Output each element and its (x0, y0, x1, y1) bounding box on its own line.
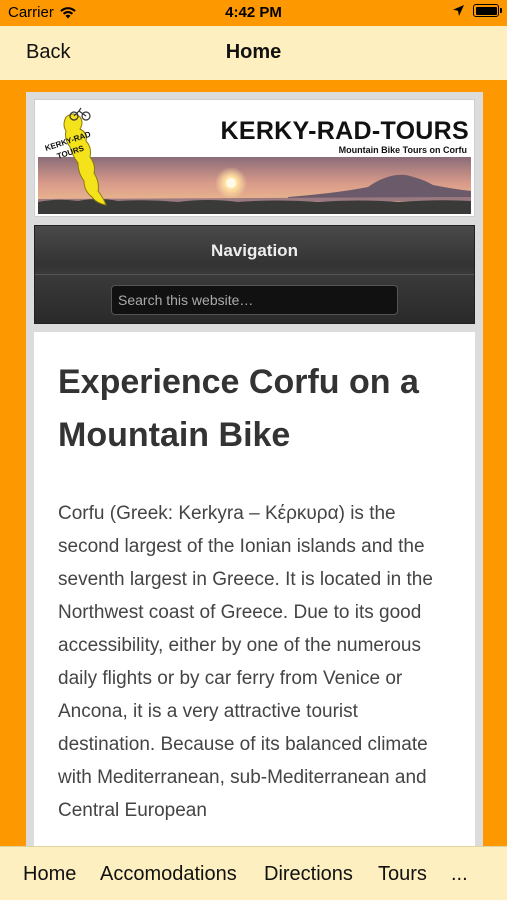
site-logo: KERKY-RAD TOURS (44, 107, 107, 206)
web-view[interactable]: KERKY-RAD TOURS KERKY-RAD-TOURS Mountain… (0, 80, 507, 846)
battery-icon (473, 4, 502, 17)
tab-tours[interactable]: Tours (378, 863, 427, 886)
back-button[interactable]: Back (26, 41, 70, 64)
site-title: KERKY-RAD-TOURS (220, 117, 469, 145)
navigation-bar: Back Home (0, 26, 507, 80)
nav-title: Home (225, 41, 282, 63)
article-heading: Experience Corfu on a Mountain Bike (58, 363, 419, 454)
navigation-toggle[interactable]: Navigation (35, 241, 474, 261)
search-input[interactable]: Search this website… (111, 285, 398, 315)
site-banner[interactable]: KERKY-RAD TOURS KERKY-RAD-TOURS Mountain… (38, 103, 471, 214)
site-header: KERKY-RAD TOURS KERKY-RAD-TOURS Mountain… (34, 99, 475, 217)
page-container: KERKY-RAD TOURS KERKY-RAD-TOURS Mountain… (26, 92, 483, 846)
site-subtitle: Mountain Bike Tours on Corfu (338, 145, 467, 155)
status-time: 4:42 PM (225, 4, 282, 21)
article-body: Corfu (Greek: Kerkyra – Κέρκυρα) is the … (58, 503, 433, 821)
tab-home[interactable]: Home (23, 863, 76, 886)
divider (35, 274, 474, 275)
location-arrow-icon (453, 5, 464, 16)
status-bar: Carrier 4:42 PM (0, 0, 507, 26)
tab-accomodations[interactable]: Accomodations (100, 863, 237, 886)
status-right (452, 4, 502, 17)
article: Experience Corfu on a Mountain Bike Corf… (34, 332, 475, 846)
navigation-panel: Navigation Search this website… (34, 225, 475, 324)
tab-more[interactable]: ... (451, 863, 468, 886)
tab-bar: Home Accomodations Directions Tours ... (0, 846, 507, 900)
tab-directions[interactable]: Directions (264, 863, 353, 886)
